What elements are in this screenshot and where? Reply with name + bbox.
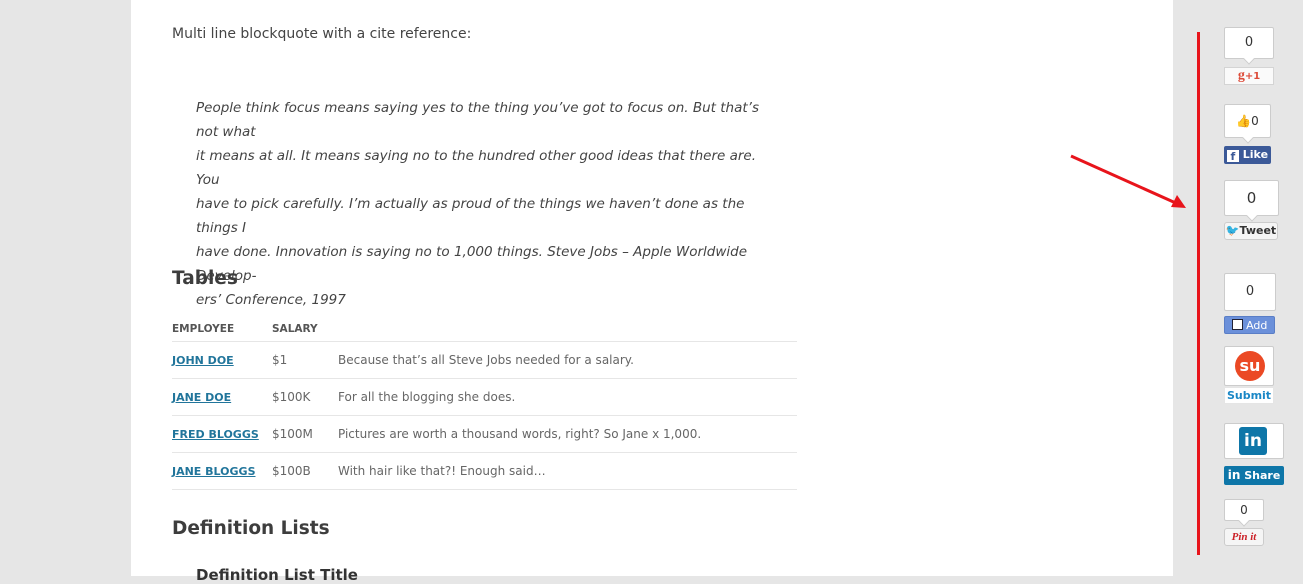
- quote-line: have to pick carefully. I’m actually as …: [196, 196, 745, 236]
- employee-link[interactable]: JOHN DOE: [172, 354, 234, 367]
- quote-line: have done. Innovation is saying no to 1,…: [196, 244, 748, 284]
- table-row: FRED BLOGGS $100M Pictures are worth a t…: [172, 415, 797, 453]
- note-cell: With hair like that?! Enough said…: [338, 452, 797, 490]
- google-plus-label: +1: [1244, 71, 1261, 82]
- pinterest-count: 0: [1224, 499, 1264, 521]
- intro-text: Multi line blockquote with a cite refere…: [172, 26, 472, 42]
- stumbleupon-badge[interactable]: su: [1224, 346, 1274, 386]
- definition-list-title: Definition List Title: [196, 566, 358, 584]
- linkedin-share-button[interactable]: in Share: [1224, 466, 1284, 485]
- quote-line: it means at all. It means saying no to t…: [196, 148, 757, 188]
- salary-cell: $100B: [272, 452, 338, 490]
- salary-cell: $100K: [272, 378, 338, 416]
- tweet-label: Tweet: [1239, 224, 1277, 237]
- google-plus-count: 0: [1224, 27, 1274, 59]
- addthis-count: 0: [1224, 273, 1276, 311]
- tweet-button[interactable]: 🐦Tweet: [1224, 222, 1278, 240]
- stumbleupon-submit-button[interactable]: Submit: [1224, 387, 1274, 404]
- employee-header: EMPLOYEE: [172, 317, 272, 342]
- linkedin-small-icon: in: [1227, 468, 1241, 482]
- note-cell: For all the blogging she does.: [338, 378, 797, 416]
- thumbs-up-icon: 👍: [1236, 114, 1252, 128]
- quote-line: People think focus means saying yes to t…: [196, 100, 759, 140]
- twitter-bird-icon: 🐦: [1225, 224, 1240, 237]
- addthis-icon: [1231, 319, 1243, 330]
- facebook-f-icon: f: [1226, 150, 1239, 163]
- note-cell: Because that’s all Steve Jobs needed for…: [338, 341, 797, 379]
- salary-header: SALARY: [272, 317, 338, 342]
- facebook-like-button[interactable]: f Like: [1224, 146, 1271, 164]
- definition-lists-heading: Definition Lists: [172, 518, 330, 539]
- note-header: [338, 317, 797, 342]
- google-plus-button[interactable]: g+1: [1224, 67, 1274, 85]
- salary-cell: $1: [272, 341, 338, 379]
- facebook-count-value: 0: [1251, 114, 1259, 128]
- linkedin-icon: in: [1239, 427, 1267, 455]
- linkedin-badge[interactable]: in: [1224, 423, 1284, 459]
- annotation-line: [1197, 32, 1200, 555]
- tables-heading: Tables: [172, 268, 238, 289]
- annotation-arrow: [1070, 154, 1186, 208]
- note-cell: Pictures are worth a thousand words, rig…: [338, 415, 797, 453]
- table-row: JANE DOE $100K For all the blogging she …: [172, 378, 797, 416]
- employee-link[interactable]: JANE BLOGGS: [172, 465, 256, 478]
- linkedin-share-label: Share: [1244, 469, 1281, 482]
- stumbleupon-icon: su: [1235, 351, 1265, 381]
- addthis-label: Add: [1246, 319, 1268, 332]
- twitter-count: 0: [1224, 180, 1279, 216]
- quote-line: ers’ Conference, 1997: [196, 292, 346, 308]
- addthis-add-button[interactable]: Add: [1224, 316, 1275, 334]
- salary-cell: $100M: [272, 415, 338, 453]
- table-header-row: EMPLOYEE SALARY: [172, 317, 797, 342]
- employee-link[interactable]: JANE DOE: [172, 391, 231, 404]
- employee-link[interactable]: FRED BLOGGS: [172, 428, 259, 441]
- pinterest-pin-button[interactable]: Pin it: [1224, 528, 1264, 546]
- facebook-like-count: 👍0: [1224, 104, 1271, 138]
- table-row: JANE BLOGGS $100B With hair like that?! …: [172, 452, 797, 490]
- google-g-icon: g: [1237, 68, 1245, 83]
- blockquote: People think focus means saying yes to t…: [196, 96, 776, 312]
- post-content: Multi line blockquote with a cite refere…: [131, 0, 1173, 584]
- table-row: JOHN DOE $1 Because that’s all Steve Job…: [172, 341, 797, 379]
- salary-table: EMPLOYEE SALARY JOHN DOE $1 Because that…: [172, 317, 797, 490]
- facebook-like-label: Like: [1242, 148, 1269, 161]
